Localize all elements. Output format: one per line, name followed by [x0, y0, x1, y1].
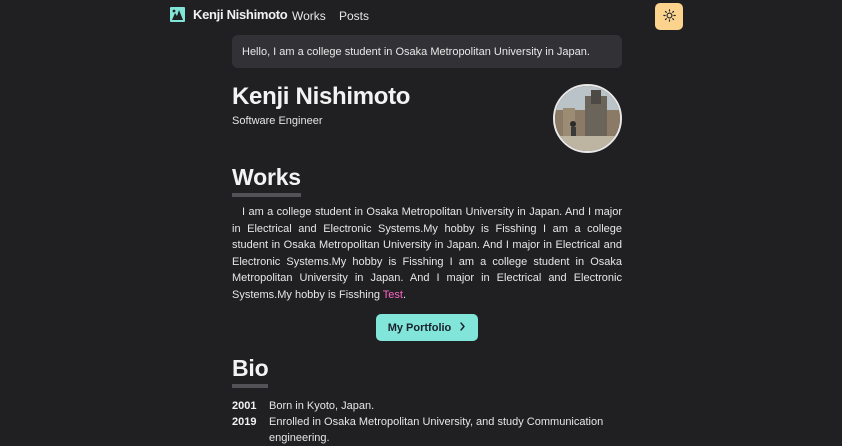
bio-list: 2001 Born in Kyoto, Japan. 2019 Enrolled…	[232, 398, 622, 446]
nav-link-posts[interactable]: Posts	[339, 9, 369, 23]
works-paragraph-text: I am a college student in Osaka Metropol…	[232, 206, 622, 301]
theme-toggle-button[interactable]	[655, 3, 683, 30]
paw-logo-icon	[170, 7, 185, 22]
profile-name: Kenji Nishimoto	[232, 83, 411, 110]
bio-text: Enrolled in Osaka Metropolitan Universit…	[269, 416, 604, 444]
brand-name: Kenji Nishimoto	[193, 7, 288, 22]
brand-link[interactable]: Kenji Nishimoto	[170, 7, 288, 22]
bio-heading: Bio	[232, 355, 269, 388]
bio-text: Born in Kyoto, Japan.	[269, 400, 375, 412]
works-paragraph-end: .	[402, 288, 407, 301]
bio-entry: 2019 Enrolled in Osaka Metropolitan Univ…	[232, 414, 622, 446]
test-link[interactable]: Test	[383, 289, 403, 301]
chevron-right-icon	[459, 321, 466, 334]
works-paragraph: I am a college student in Osaka Metropol…	[232, 204, 622, 303]
my-portfolio-button[interactable]: My Portfolio	[376, 314, 478, 341]
bio-year: 2019	[232, 416, 257, 428]
greeting-banner: Hello, I am a college student in Osaka M…	[232, 35, 622, 68]
profile-role: Software Engineer	[232, 115, 323, 127]
nav-link-works[interactable]: Works	[292, 9, 326, 23]
bio-entry: 2001 Born in Kyoto, Japan.	[232, 398, 622, 414]
sun-icon	[662, 8, 676, 25]
bio-year: 2001	[232, 400, 257, 412]
works-heading: Works	[232, 164, 301, 197]
my-portfolio-label: My Portfolio	[387, 321, 452, 334]
top-nav: Kenji Nishimoto Works Posts	[0, 0, 842, 32]
avatar	[553, 84, 622, 153]
